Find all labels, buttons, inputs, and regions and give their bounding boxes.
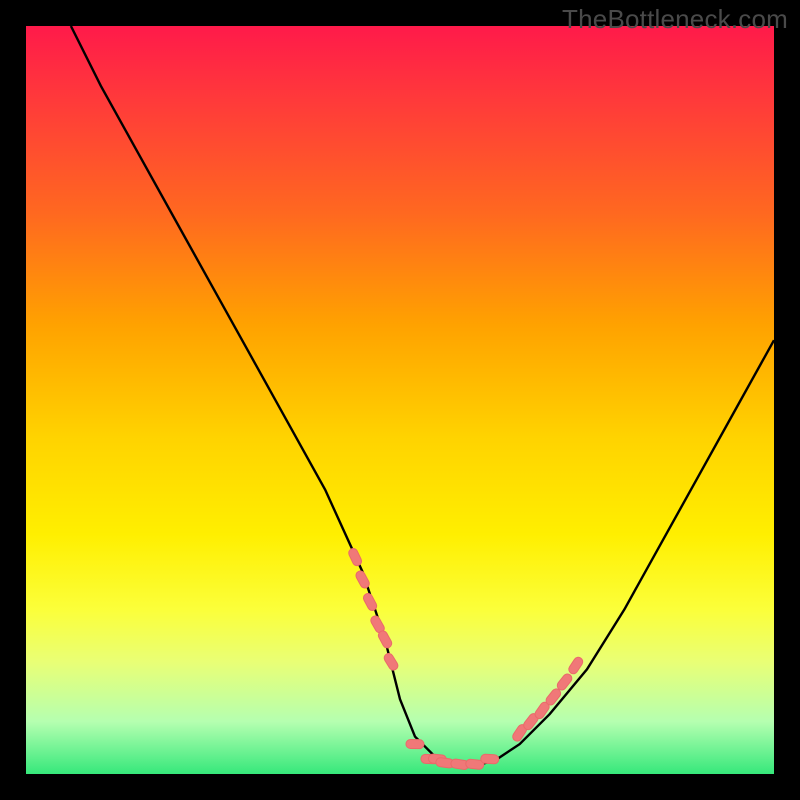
watermark-text: TheBottleneck.com xyxy=(562,4,788,35)
bottleneck-curve xyxy=(71,26,774,767)
data-markers xyxy=(347,547,584,770)
chart-svg xyxy=(26,26,774,774)
chart-area xyxy=(26,26,774,774)
